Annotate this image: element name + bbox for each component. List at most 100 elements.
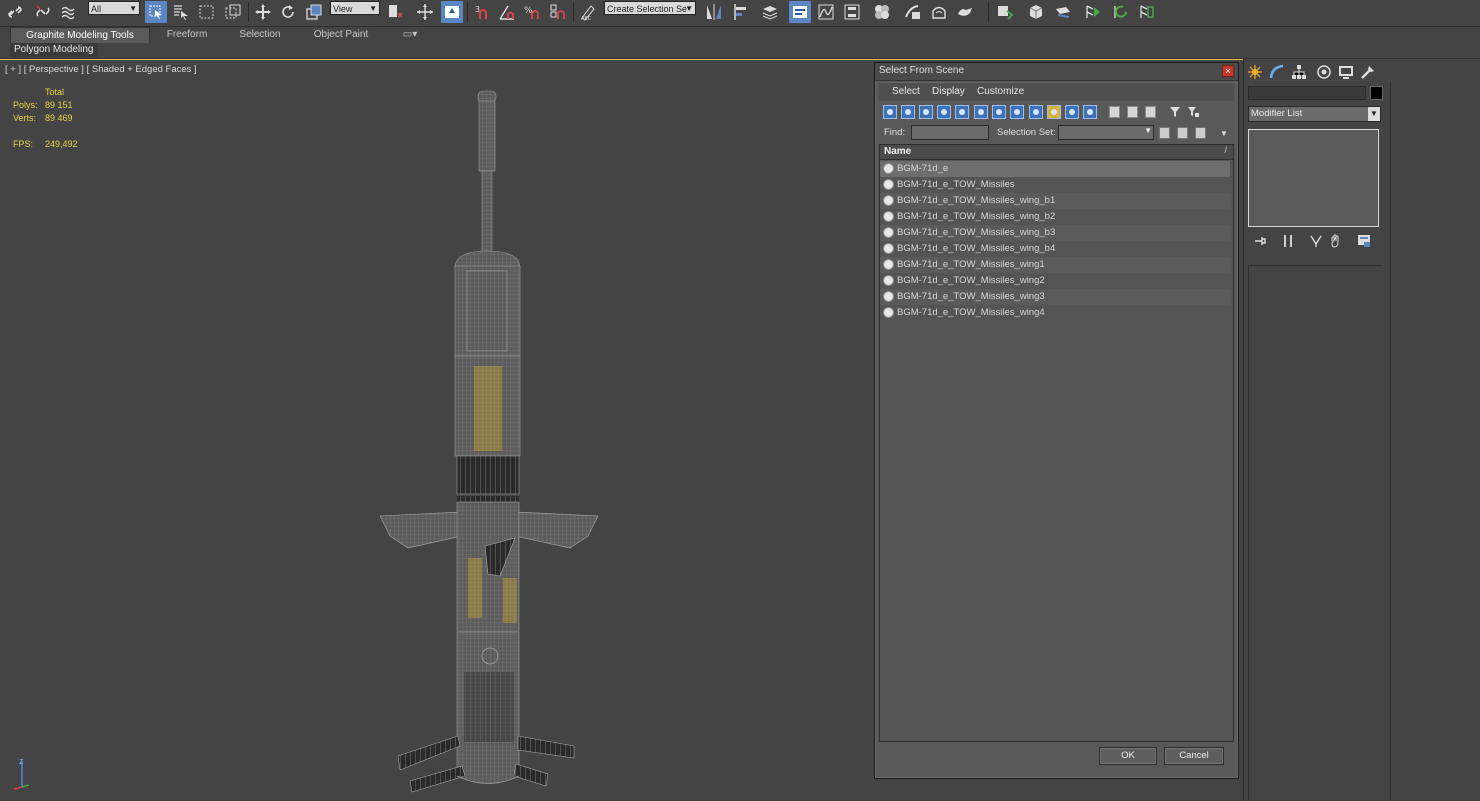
layer-manager-icon[interactable] — [759, 1, 781, 23]
filter-xrefs-icon[interactable] — [1010, 105, 1024, 119]
bind-spacewarp-icon[interactable] — [58, 1, 80, 23]
select-manipulate-icon[interactable] — [414, 1, 436, 23]
containers-icon[interactable] — [1025, 1, 1047, 23]
ribbon-options-icon[interactable]: ▭▾ — [398, 27, 422, 43]
list-item[interactable]: BGM-71d_e_TOW_Missiles_wing_b2 — [880, 209, 1230, 225]
remove-from-selection-set-icon[interactable] — [1195, 127, 1206, 139]
utilities-tab-icon[interactable] — [1358, 62, 1378, 82]
list-item[interactable]: BGM-71d_e_TOW_Missiles_wing2 — [880, 273, 1230, 289]
list-item[interactable]: BGM-71d_e_TOW_Missiles_wing_b1 — [880, 193, 1230, 209]
animation-layers-icon[interactable] — [1082, 1, 1104, 23]
object-color-swatch[interactable] — [1370, 86, 1383, 100]
link-icon[interactable] — [4, 1, 26, 23]
show-end-result-icon[interactable] — [1280, 233, 1296, 249]
remove-modifier-icon[interactable] — [1328, 233, 1344, 249]
filter-containers-icon[interactable] — [1047, 105, 1061, 119]
collapse-layers-icon[interactable] — [1110, 1, 1132, 23]
tab-graphite-modeling-tools[interactable]: Graphite Modeling Tools — [10, 27, 150, 43]
menu-select[interactable]: Select — [892, 86, 920, 97]
select-by-name-icon[interactable] — [170, 1, 192, 23]
spinner-snap-icon[interactable] — [547, 1, 569, 23]
select-invert-icon[interactable] — [1145, 106, 1156, 118]
list-header[interactable]: Name / — [880, 145, 1233, 160]
mirror-icon[interactable] — [703, 1, 725, 23]
object-name-field[interactable] — [1248, 86, 1366, 100]
unlink-icon[interactable] — [32, 1, 54, 23]
viewport-label[interactable]: [ + ] [ Perspective ] [ Shaded + Edged F… — [5, 64, 197, 75]
selection-set-dropdown[interactable]: ▼ — [1058, 125, 1154, 140]
toolbar-overflow-icon[interactable]: ▼ — [1220, 129, 1228, 138]
modifier-list-dropdown[interactable]: Modifier List ▼ — [1248, 106, 1381, 122]
angle-snap-icon[interactable] — [496, 1, 518, 23]
align-icon[interactable] — [730, 1, 752, 23]
keyboard-shortcut-icon[interactable] — [441, 1, 463, 23]
schematic-view-icon[interactable] — [841, 1, 863, 23]
create-tab-icon[interactable] — [1245, 62, 1265, 82]
pivot-icon[interactable] — [384, 1, 406, 23]
motion-tab-icon[interactable] — [1314, 62, 1334, 82]
curve-editor-icon[interactable] — [815, 1, 837, 23]
filter-frozen-icon[interactable] — [1065, 105, 1079, 119]
filter-helpers-icon[interactable] — [955, 105, 969, 119]
list-item[interactable]: BGM-71d_e_TOW_Missiles_wing1 — [880, 257, 1230, 273]
dialog-title-bar[interactable]: Select From Scene × — [875, 63, 1238, 81]
rendered-frame-icon[interactable] — [928, 1, 950, 23]
scale-icon[interactable] — [303, 1, 325, 23]
add-to-selection-set-icon[interactable] — [1177, 127, 1188, 139]
state-sets-icon[interactable] — [1052, 1, 1074, 23]
render-icon[interactable] — [954, 1, 976, 23]
render-setup-icon[interactable] — [902, 1, 924, 23]
select-none-icon[interactable] — [1127, 106, 1138, 118]
close-icon[interactable]: × — [1222, 65, 1234, 77]
reference-coordinate-dropdown[interactable]: View ▼ — [330, 1, 380, 15]
rotate-icon[interactable] — [277, 1, 299, 23]
filter-groups-icon[interactable] — [992, 105, 1006, 119]
select-all-icon[interactable] — [1109, 106, 1120, 118]
missile-model[interactable] — [370, 86, 610, 801]
tab-freeform[interactable]: Freeform — [158, 27, 216, 43]
name-column-header[interactable]: Name — [884, 146, 911, 157]
filter-bones-icon[interactable] — [1029, 105, 1043, 119]
list-item[interactable]: BGM-71d_e_TOW_Missiles_wing_b4 — [880, 241, 1230, 257]
configure-modifier-sets-icon[interactable] — [1356, 233, 1372, 249]
list-item[interactable]: BGM-71d_e_TOW_Missiles_wing_b3 — [880, 225, 1230, 241]
find-input[interactable] — [911, 125, 989, 140]
scene-object-list[interactable]: Name / BGM-71d_e BGM-71d_e_TOW_Missiles BG… — [879, 144, 1234, 742]
snap-3-icon[interactable]: 3 — [471, 1, 493, 23]
named-selection-dropdown[interactable]: Create Selection Se ▼ — [604, 1, 696, 15]
list-item[interactable]: BGM-71d_e — [880, 161, 1230, 177]
edit-named-sel-icon[interactable]: ABC — [577, 1, 599, 23]
move-icon[interactable] — [252, 1, 274, 23]
tab-selection[interactable]: Selection — [230, 27, 290, 43]
filter-funnel-icon[interactable] — [1169, 106, 1181, 118]
filter-lights-icon[interactable] — [919, 105, 933, 119]
selection-filter-dropdown[interactable]: All ▼ — [88, 1, 140, 15]
modifier-stack[interactable] — [1248, 129, 1379, 227]
list-item[interactable]: BGM-71d_e_TOW_Missiles_wing3 — [880, 289, 1230, 305]
cancel-button[interactable]: Cancel — [1164, 747, 1224, 765]
percent-snap-icon[interactable]: % — [521, 1, 543, 23]
filter-spacewarps-icon[interactable] — [974, 105, 988, 119]
menu-customize[interactable]: Customize — [977, 86, 1024, 97]
display-tab-icon[interactable] — [1336, 62, 1356, 82]
list-item[interactable]: BGM-71d_e_TOW_Missiles_wing4 — [880, 305, 1230, 321]
select-object-icon[interactable] — [145, 1, 167, 23]
filter-geometry-icon[interactable] — [883, 105, 897, 119]
filter-hidden-icon[interactable] — [1083, 105, 1097, 119]
pin-stack-icon[interactable] — [1252, 233, 1268, 249]
create-selection-set-icon[interactable] — [1159, 127, 1170, 139]
scene-explorer-icon[interactable] — [789, 1, 811, 23]
tab-object-paint[interactable]: Object Paint — [305, 27, 377, 43]
list-item[interactable]: BGM-71d_e_TOW_Missiles — [880, 177, 1230, 193]
animation-layer-properties-icon[interactable] — [1136, 1, 1158, 23]
modify-tab-icon[interactable] — [1267, 62, 1287, 82]
window-crossing-icon[interactable] — [222, 1, 244, 23]
menu-display[interactable]: Display — [932, 86, 965, 97]
rect-region-icon[interactable] — [196, 1, 218, 23]
polygon-modeling-panel[interactable]: Polygon Modeling — [10, 43, 98, 57]
material-editor-icon[interactable] — [871, 1, 893, 23]
make-unique-icon[interactable] — [1308, 233, 1324, 249]
filter-settings-icon[interactable] — [1187, 106, 1199, 118]
hierarchy-tab-icon[interactable] — [1289, 62, 1309, 82]
filter-shapes-icon[interactable] — [901, 105, 915, 119]
